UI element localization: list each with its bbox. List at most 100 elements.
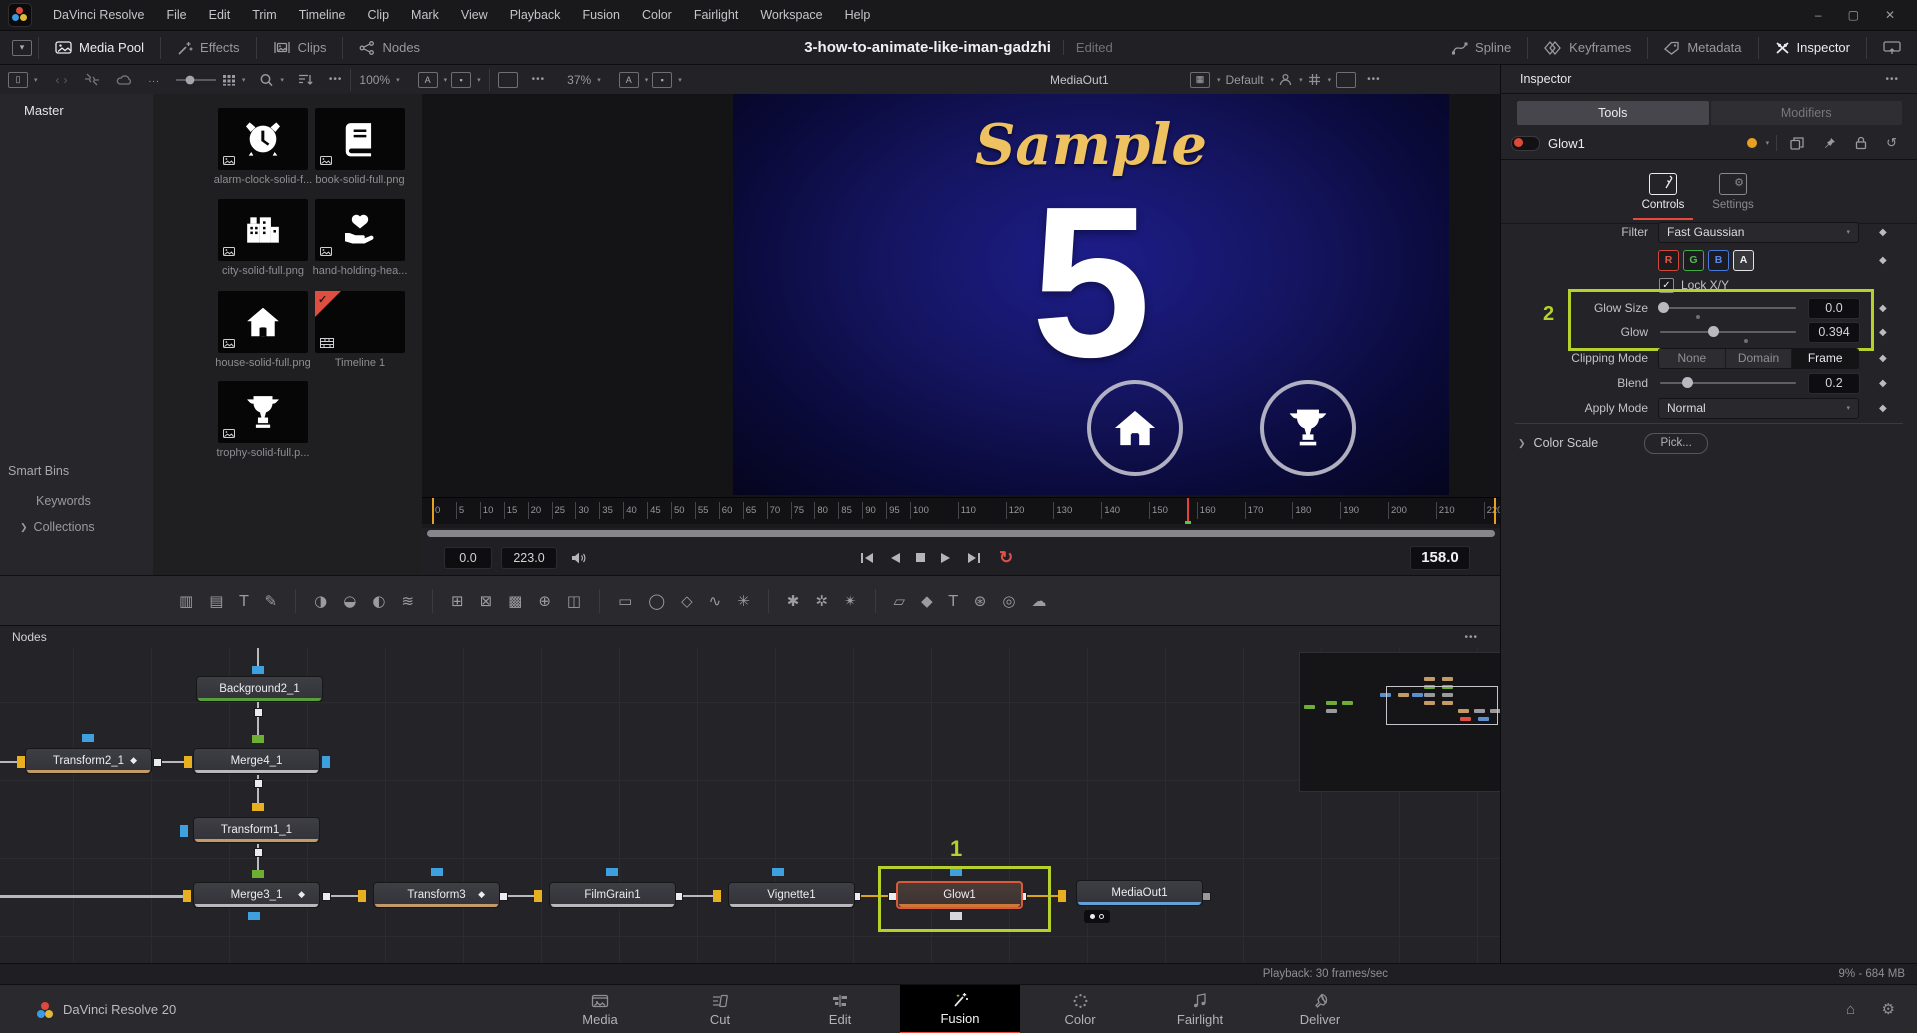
- viewer-more-right-icon[interactable]: •••: [1367, 74, 1381, 85]
- bspline-mask-tool-icon[interactable]: ∿: [709, 592, 722, 610]
- blend-value[interactable]: 0.2: [1808, 372, 1860, 394]
- polygon-mask-tool-icon[interactable]: ◇: [681, 592, 693, 610]
- safe-area-icon[interactable]: [1336, 71, 1357, 88]
- media-out-tool-icon[interactable]: ▤: [209, 592, 223, 610]
- channel-r-button[interactable]: R: [1658, 249, 1679, 271]
- dve-tool-icon[interactable]: ⊠: [480, 592, 493, 610]
- rectangle-mask-tool-icon[interactable]: ▭: [618, 592, 632, 610]
- sort-icon[interactable]: [298, 73, 313, 86]
- viewer-zoom-level[interactable]: 37%: [567, 73, 591, 87]
- skip-to-end-button[interactable]: [966, 552, 982, 564]
- node-color-dot[interactable]: [1746, 138, 1757, 148]
- text-tool-icon[interactable]: T: [239, 592, 248, 610]
- menu-file[interactable]: File: [155, 8, 197, 22]
- stereo-icon[interactable]: [497, 71, 518, 88]
- bin-item-master[interactable]: Master: [0, 94, 153, 118]
- merge-3d-tool-icon[interactable]: ⊛: [974, 592, 987, 610]
- keyframe-diamond-icon[interactable]: ◆: [1879, 353, 1887, 364]
- scrollbar-thumb[interactable]: [427, 530, 1495, 537]
- node-filmgrain1[interactable]: FilmGrain1: [549, 882, 676, 908]
- render-range-end-marker[interactable]: [1494, 498, 1496, 524]
- particle-render-tool-icon[interactable]: ✴: [844, 592, 857, 610]
- menu-edit[interactable]: Edit: [198, 8, 242, 22]
- nodes-panel-options-icon[interactable]: •••: [1464, 632, 1478, 643]
- fill-mode-icon[interactable]: ▪: [451, 71, 472, 88]
- pin-icon[interactable]: [1823, 137, 1836, 150]
- blend-slider[interactable]: [1660, 377, 1796, 388]
- camera-3d-tool-icon[interactable]: ◎: [1002, 592, 1015, 610]
- blur-tool-icon[interactable]: ≋: [401, 592, 414, 610]
- paint-tool-icon[interactable]: ✎: [265, 592, 278, 610]
- smart-bin-keywords[interactable]: Keywords: [0, 488, 153, 514]
- node-transform3[interactable]: Transform3 ◆: [373, 882, 500, 908]
- viewer-panel[interactable]: Sample 5: [422, 94, 1500, 497]
- minimap-viewport[interactable]: [1386, 686, 1498, 725]
- split-view-icon[interactable]: ▦: [1190, 71, 1210, 88]
- connection-line[interactable]: [162, 761, 184, 763]
- current-frame-field[interactable]: 158.0: [1410, 545, 1470, 570]
- magic-mask-tool-icon[interactable]: ✳: [737, 592, 750, 610]
- keyframe-diamond-icon[interactable]: ◆: [1879, 327, 1887, 338]
- node-mediaout1[interactable]: MediaOut1: [1076, 880, 1203, 906]
- clip-alarm-clock[interactable]: [218, 108, 308, 170]
- menu-color[interactable]: Color: [631, 8, 683, 22]
- node-merge4-1[interactable]: Merge4_1: [193, 748, 320, 774]
- loop-button[interactable]: ↻: [999, 548, 1013, 568]
- color-corrector-tool-icon[interactable]: ◑: [314, 592, 327, 610]
- subtab-settings[interactable]: ⚙ Settings: [1701, 173, 1765, 211]
- forward-icon[interactable]: ›: [64, 73, 68, 87]
- node-graph[interactable]: Background2_1 Transform2_1 ◆ Merge4_1 Tra…: [0, 648, 1500, 963]
- shape-3d-tool-icon[interactable]: ◆: [921, 592, 933, 610]
- play-button[interactable]: [940, 552, 952, 564]
- text-3d-tool-icon[interactable]: T: [949, 592, 958, 610]
- inspector-button[interactable]: Inspector: [1759, 31, 1866, 64]
- viewer-fill-icon[interactable]: ▪: [652, 71, 673, 88]
- filter-dropdown[interactable]: Fast Gaussian ▾: [1658, 221, 1859, 243]
- channel-b-button[interactable]: B: [1708, 249, 1729, 271]
- media-zoom-level[interactable]: 100%: [359, 73, 390, 87]
- tab-tools[interactable]: Tools: [1517, 101, 1709, 125]
- media-pool-button[interactable]: Media Pool: [39, 31, 160, 64]
- output-socket[interactable]: [1202, 892, 1211, 901]
- window-close-icon[interactable]: ✕: [1885, 8, 1895, 22]
- viewer-more-left-icon[interactable]: •••: [532, 74, 546, 85]
- clip-house[interactable]: [218, 291, 308, 353]
- bin-panel-toggle-icon[interactable]: ▯: [8, 71, 28, 88]
- spline-button[interactable]: Spline: [1435, 31, 1527, 64]
- clip-hand-heart[interactable]: [315, 199, 405, 261]
- output-socket[interactable]: [254, 779, 263, 788]
- menu-help[interactable]: Help: [834, 8, 882, 22]
- menu-fusion[interactable]: Fusion: [571, 8, 631, 22]
- stop-button[interactable]: [915, 552, 926, 563]
- node-transform1-1[interactable]: Transform1_1: [193, 817, 320, 843]
- copy-icon[interactable]: [1790, 136, 1804, 150]
- keyframe-diamond-icon[interactable]: ◆: [1879, 378, 1887, 389]
- merge-tool-icon[interactable]: ⊕: [538, 592, 551, 610]
- cloud-icon[interactable]: [116, 73, 133, 86]
- connection-line[interactable]: [257, 648, 259, 666]
- home-project-icon[interactable]: ⌂: [1846, 1001, 1855, 1018]
- subtab-controls[interactable]: Controls: [1631, 173, 1695, 220]
- page-tab-deliver[interactable]: Deliver: [1260, 985, 1380, 1033]
- channel-a-button[interactable]: A: [1733, 249, 1754, 271]
- menu-workspace[interactable]: Workspace: [749, 8, 833, 22]
- panel-layout-icon[interactable]: [1867, 31, 1917, 64]
- menu-clip[interactable]: Clip: [357, 8, 401, 22]
- menu-fairlight[interactable]: Fairlight: [683, 8, 749, 22]
- quick-menu-chevron[interactable]: ▾: [12, 39, 32, 56]
- range-end-field[interactable]: 223.0: [501, 546, 557, 569]
- skip-to-start-button[interactable]: [859, 552, 875, 564]
- audio-mute-icon[interactable]: [571, 551, 587, 565]
- node-enable-toggle[interactable]: [1511, 135, 1540, 151]
- tab-modifiers[interactable]: Modifiers: [1710, 101, 1902, 125]
- particle-emitter-tool-icon[interactable]: ✱: [787, 592, 800, 610]
- annotation-a-icon[interactable]: A: [417, 71, 438, 88]
- timeline-ruler[interactable]: 0 5 10 15 20 25 30 35 40 45 50 55 60 65 70 75 80 85 90 95 10…: [422, 497, 1502, 524]
- connection-line[interactable]: [0, 761, 18, 763]
- page-tab-fusion[interactable]: Fusion: [900, 985, 1020, 1033]
- keyframes-button[interactable]: Keyframes: [1528, 31, 1647, 64]
- keyframe-diamond-icon[interactable]: ◆: [1879, 403, 1887, 414]
- media-pool-more-icon[interactable]: •••: [329, 74, 343, 85]
- window-minimize-icon[interactable]: –: [1815, 8, 1822, 22]
- grid-view-icon[interactable]: [222, 74, 236, 86]
